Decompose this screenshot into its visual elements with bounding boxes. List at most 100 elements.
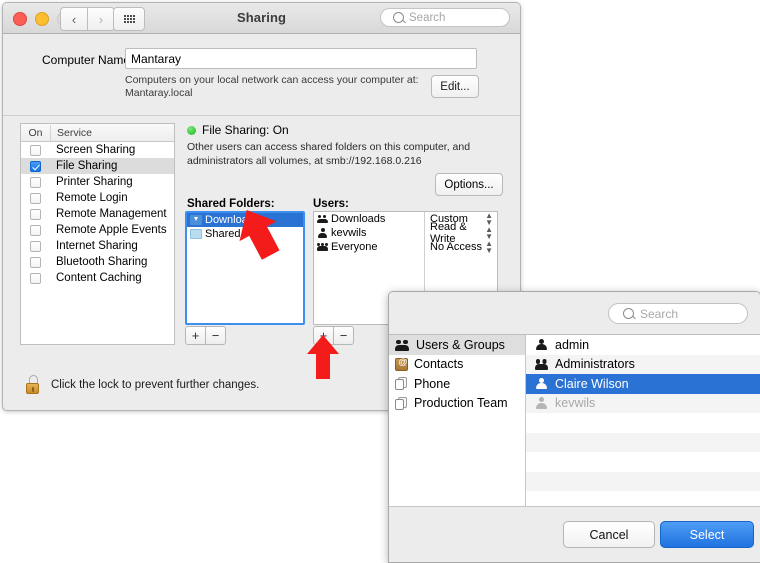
user-row[interactable]: Downloads bbox=[314, 212, 424, 226]
dialog-list-item[interactable]: Administrators bbox=[526, 354, 760, 374]
services-table: On Service Screen Sharing File Sharing Pri… bbox=[20, 123, 175, 345]
checkbox-icon bbox=[30, 256, 41, 268]
service-checkbox[interactable] bbox=[21, 160, 50, 172]
permission-dropdown[interactable]: No Access ▲ ▼ bbox=[425, 239, 497, 255]
search-icon bbox=[393, 12, 404, 23]
dialog-sidebar-item[interactable]: Users & Groups bbox=[389, 335, 525, 355]
dialog-sidebar-label: Users & Groups bbox=[416, 337, 505, 352]
shared-folder-item[interactable]: Shared bbox=[187, 227, 303, 241]
divider bbox=[3, 115, 520, 116]
group-icon bbox=[535, 358, 548, 370]
service-label: Internet Sharing bbox=[56, 240, 138, 252]
service-checkbox[interactable] bbox=[21, 144, 50, 156]
unlocked-padlock-icon[interactable] bbox=[25, 375, 40, 394]
user-row[interactable]: Everyone bbox=[314, 240, 424, 254]
checkbox-icon bbox=[30, 240, 41, 252]
group-icon bbox=[317, 214, 328, 225]
dialog-search-placeholder: Search bbox=[640, 306, 679, 321]
service-label: Content Caching bbox=[56, 272, 142, 284]
file-sharing-description: Other users can access shared folders on… bbox=[187, 141, 471, 167]
card-stack-icon bbox=[395, 377, 408, 391]
service-checkbox[interactable] bbox=[21, 272, 50, 284]
dialog-list-item[interactable]: admin bbox=[526, 335, 760, 355]
dialog-list-empty-row bbox=[526, 471, 760, 491]
service-row[interactable]: Bluetooth Sharing bbox=[21, 254, 174, 270]
service-label: Bluetooth Sharing bbox=[56, 256, 148, 268]
shared-folder-item[interactable]: Downloads bbox=[187, 213, 303, 227]
contacts-icon bbox=[395, 357, 408, 371]
checkbox-icon bbox=[30, 192, 41, 204]
dialog-sidebar-label: Phone bbox=[414, 376, 451, 391]
remove-shared-folder-button[interactable]: − bbox=[206, 326, 226, 345]
user-label: Downloads bbox=[331, 213, 386, 225]
note-line-1: Computers on your local network can acce… bbox=[125, 74, 419, 86]
service-row[interactable]: Content Caching bbox=[21, 270, 174, 286]
service-row[interactable]: File Sharing bbox=[21, 158, 174, 174]
search-input[interactable]: Search bbox=[380, 8, 510, 27]
dialog-sidebar-item[interactable]: Contacts bbox=[389, 355, 525, 375]
checkbox-icon bbox=[30, 144, 41, 156]
dialog-toolbar: Search bbox=[389, 292, 760, 335]
computer-name-section: Computer Name: Mantaray Computers on you… bbox=[3, 43, 520, 115]
user-label: kevwils bbox=[331, 227, 367, 239]
service-label: Remote Apple Events bbox=[56, 224, 167, 236]
everyone-icon bbox=[317, 242, 328, 253]
edit-button[interactable]: Edit... bbox=[431, 75, 479, 98]
checkbox-icon bbox=[30, 224, 41, 236]
dialog-body: Users & Groups Contacts Phone Production Te… bbox=[389, 335, 760, 507]
service-row[interactable]: Internet Sharing bbox=[21, 238, 174, 254]
dialog-list-label: Claire Wilson bbox=[555, 376, 629, 391]
dialog-search-input[interactable]: Search bbox=[608, 303, 748, 324]
service-row[interactable]: Printer Sharing bbox=[21, 174, 174, 190]
user-label: Everyone bbox=[331, 241, 378, 253]
service-label: Remote Login bbox=[56, 192, 128, 204]
users-add-remove: + − bbox=[313, 326, 354, 345]
permission-value: No Access bbox=[430, 241, 482, 253]
user-row[interactable]: kevwils bbox=[314, 226, 424, 240]
service-row[interactable]: Screen Sharing bbox=[21, 142, 174, 158]
cancel-button[interactable]: Cancel bbox=[563, 521, 655, 548]
service-checkbox[interactable] bbox=[21, 224, 50, 236]
dialog-list-empty-row bbox=[526, 432, 760, 452]
computer-name-note: Computers on your local network can acce… bbox=[125, 74, 435, 100]
remove-user-button[interactable]: − bbox=[334, 326, 354, 345]
dialog-list-item[interactable]: Claire Wilson bbox=[526, 374, 760, 394]
dialog-sidebar-item[interactable]: Phone bbox=[389, 374, 525, 394]
add-user-button[interactable]: + bbox=[313, 326, 334, 345]
service-row[interactable]: Remote Management bbox=[21, 206, 174, 222]
shared-folders-list[interactable]: Downloads Shared bbox=[185, 211, 305, 325]
service-row[interactable]: Remote Login bbox=[21, 190, 174, 206]
dialog-list-label: admin bbox=[555, 337, 590, 352]
dialog-list-item[interactable]: kevwils bbox=[526, 393, 760, 413]
service-checkbox[interactable] bbox=[21, 176, 50, 188]
add-shared-folder-button[interactable]: + bbox=[185, 326, 206, 345]
service-label: Remote Management bbox=[56, 208, 167, 220]
user-icon bbox=[535, 377, 548, 390]
dialog-sidebar-item[interactable]: Production Team bbox=[389, 394, 525, 414]
service-checkbox[interactable] bbox=[21, 256, 50, 268]
checkbox-icon bbox=[30, 208, 41, 220]
select-button[interactable]: Select bbox=[660, 521, 754, 548]
shared-folder-label: Shared bbox=[205, 228, 241, 240]
service-checkbox[interactable] bbox=[21, 208, 50, 220]
window-titlebar: ‹ › Sharing Search bbox=[3, 3, 520, 34]
dialog-list-empty-row bbox=[526, 413, 760, 433]
dialog-sidebar: Users & Groups Contacts Phone Production Te… bbox=[389, 335, 526, 507]
column-header-on: On bbox=[21, 124, 51, 141]
service-checkbox[interactable] bbox=[21, 192, 50, 204]
stepper-icon: ▲ ▼ bbox=[485, 225, 493, 241]
service-checkbox[interactable] bbox=[21, 240, 50, 252]
computer-name-field[interactable]: Mantaray bbox=[125, 48, 477, 69]
options-button[interactable]: Options... bbox=[435, 173, 503, 196]
services-table-header: On Service bbox=[21, 124, 174, 142]
dialog-sidebar-label: Production Team bbox=[414, 396, 508, 411]
stepper-icon: ▲ ▼ bbox=[485, 239, 493, 255]
service-row[interactable]: Remote Apple Events bbox=[21, 222, 174, 238]
shared-folders-add-remove: + − bbox=[185, 326, 226, 345]
lock-row[interactable]: Click the lock to prevent further change… bbox=[25, 375, 259, 394]
user-icon bbox=[535, 338, 548, 351]
checkbox-icon bbox=[30, 176, 41, 188]
status-badge: File Sharing: On bbox=[202, 123, 289, 137]
dialog-footer: Cancel Select bbox=[389, 506, 760, 562]
permission-dropdown[interactable]: Read & Write ▲ ▼ bbox=[425, 221, 497, 245]
